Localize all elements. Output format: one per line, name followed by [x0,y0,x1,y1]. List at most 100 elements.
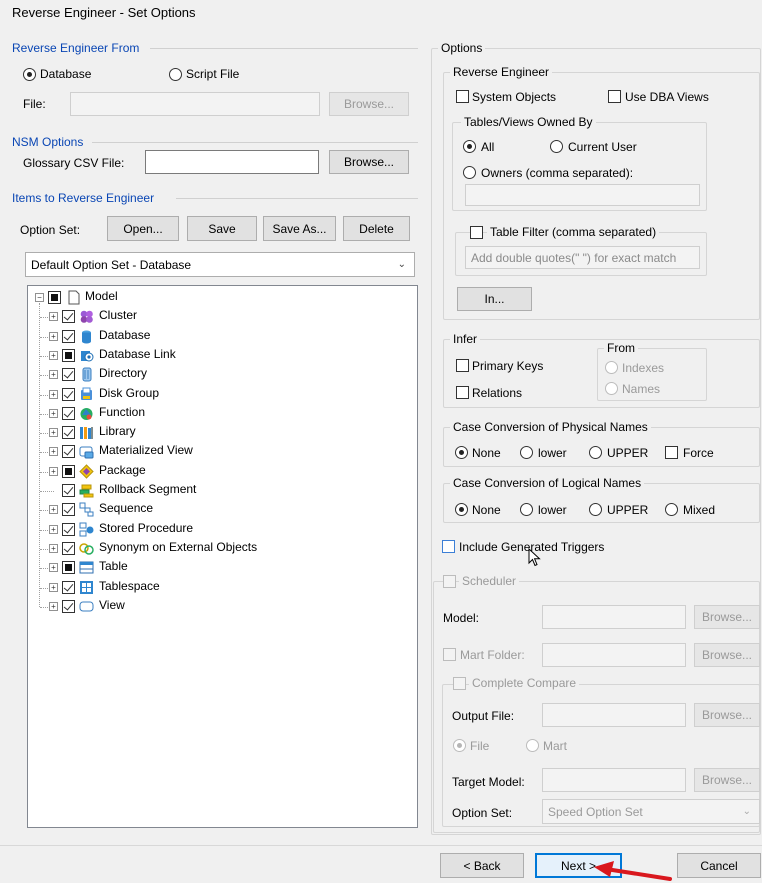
object-tree[interactable]: − Model + Cluster + Database + Database Link + Di… [27,285,418,828]
tree-node[interactable]: + Stored Procedure [28,521,408,539]
tree-checkbox[interactable] [62,445,75,459]
tree-checkbox[interactable] [62,464,75,478]
tree-checkbox[interactable] [62,387,75,401]
expand-icon[interactable]: + [49,466,58,476]
tree-node[interactable]: + Library [28,424,408,442]
open-button[interactable]: Open... [107,216,179,241]
include-generated-triggers-checkbox[interactable] [442,540,455,553]
owned-current-user-radio[interactable] [550,140,563,153]
owned-owners-radio[interactable] [463,166,476,179]
delete-button[interactable]: Delete [343,216,410,241]
tree-checkbox[interactable] [62,368,75,382]
logical-none-radio[interactable] [455,503,468,516]
logical-upper-radio[interactable] [589,503,602,516]
expand-icon[interactable]: + [49,331,58,341]
tree-node[interactable]: + View [28,598,408,616]
logical-lower-radio[interactable] [520,503,533,516]
tree-node[interactable]: + Disk Group [28,386,408,404]
physical-upper-radio[interactable] [589,446,602,459]
physical-none-radio[interactable] [455,446,468,459]
tree-checkbox[interactable] [62,503,75,517]
expand-icon[interactable]: + [49,524,58,534]
tree-checkbox[interactable] [62,329,75,343]
collapse-icon[interactable]: − [35,293,44,302]
tree-node[interactable]: + Directory [28,366,408,384]
tree-checkbox[interactable] [62,484,75,497]
mart-folder-input[interactable] [542,643,686,667]
expand-icon[interactable]: + [49,505,58,515]
complete-compare-checkbox[interactable] [453,677,466,690]
expand-icon[interactable]: + [49,543,58,553]
expand-icon[interactable]: + [49,312,58,322]
tree-checkbox[interactable] [62,348,75,362]
tree-checkbox[interactable] [62,561,75,575]
tree-checkbox[interactable] [62,426,75,440]
back-button[interactable]: < Back [440,853,524,878]
target-model-browse-button[interactable]: Browse... [694,768,760,792]
file-input[interactable] [70,92,320,116]
save-as-button[interactable]: Save As... [263,216,336,241]
tree-checkbox[interactable] [62,406,75,420]
physical-lower-radio[interactable] [520,446,533,459]
physical-force-checkbox[interactable] [665,446,678,459]
expand-icon[interactable]: + [49,389,58,399]
mart-folder-browse-button[interactable]: Browse... [694,643,760,667]
scheduler-model-browse-button[interactable]: Browse... [694,605,760,629]
expand-icon[interactable]: + [49,582,58,592]
scheduler-checkbox[interactable] [443,575,456,588]
expand-icon[interactable]: + [49,447,58,457]
relations-checkbox[interactable] [456,386,469,399]
use-dba-views-checkbox[interactable] [608,90,621,103]
tree-node[interactable]: + Tablespace [28,579,408,597]
scheduler-option-set-select[interactable]: Speed Option Set ⌄ [542,799,760,824]
tree-node[interactable]: + Sequence [28,501,408,519]
tree-node[interactable]: + Package [28,463,408,481]
mart-folder-checkbox[interactable] [443,648,456,661]
file-browse-button[interactable]: Browse... [329,92,409,116]
tree-node[interactable]: + Database Link [28,347,408,365]
tree-node[interactable]: + Cluster [28,308,408,326]
tree-checkbox[interactable] [62,541,75,555]
tree-node[interactable]: + Table [28,559,408,577]
tree-node[interactable]: + Function [28,405,408,423]
output-file-input[interactable] [542,703,686,727]
expand-icon[interactable]: + [49,601,58,611]
expand-icon[interactable]: + [49,428,58,438]
owned-all-radio[interactable] [463,140,476,153]
tree-node[interactable]: + Synonym on External Objects [28,540,408,558]
logical-mixed-radio[interactable] [665,503,678,516]
cancel-button[interactable]: Cancel [677,853,761,878]
scheduler-model-input[interactable] [542,605,686,629]
tree-node[interactable]: + Materialized View [28,443,408,461]
infer-names-radio[interactable] [605,382,618,395]
tree-checkbox[interactable] [48,291,61,304]
script-file-radio[interactable] [169,68,182,81]
in-button[interactable]: In... [457,287,532,311]
save-button[interactable]: Save [187,216,257,241]
target-model-input[interactable] [542,768,686,792]
expand-icon[interactable]: + [49,408,58,418]
tree-root-model[interactable]: − Model [28,289,408,307]
glossary-csv-input[interactable] [145,150,319,174]
output-file-radio[interactable] [453,739,466,752]
output-file-browse-button[interactable]: Browse... [694,703,760,727]
tree-node[interactable]: + Database [28,328,408,346]
system-objects-checkbox[interactable] [456,90,469,103]
expand-icon[interactable]: + [49,370,58,380]
table-filter-checkbox[interactable] [470,226,483,239]
expand-icon[interactable]: + [49,350,58,360]
table-filter-input[interactable]: Add double quotes(" ") for exact match [465,246,700,269]
option-set-select[interactable]: Default Option Set - Database ⌄ [25,252,415,277]
tree-checkbox[interactable] [62,599,75,613]
tree-node[interactable]: Rollback Segment [28,482,408,500]
infer-indexes-radio[interactable] [605,361,618,374]
owners-input[interactable] [465,184,700,206]
expand-icon[interactable]: + [49,563,58,573]
tree-checkbox[interactable] [62,310,75,324]
tree-checkbox[interactable] [62,580,75,594]
database-radio[interactable] [23,68,36,81]
glossary-browse-button[interactable]: Browse... [329,150,409,174]
tree-checkbox[interactable] [62,522,75,536]
primary-keys-checkbox[interactable] [456,359,469,372]
output-mart-radio[interactable] [526,739,539,752]
